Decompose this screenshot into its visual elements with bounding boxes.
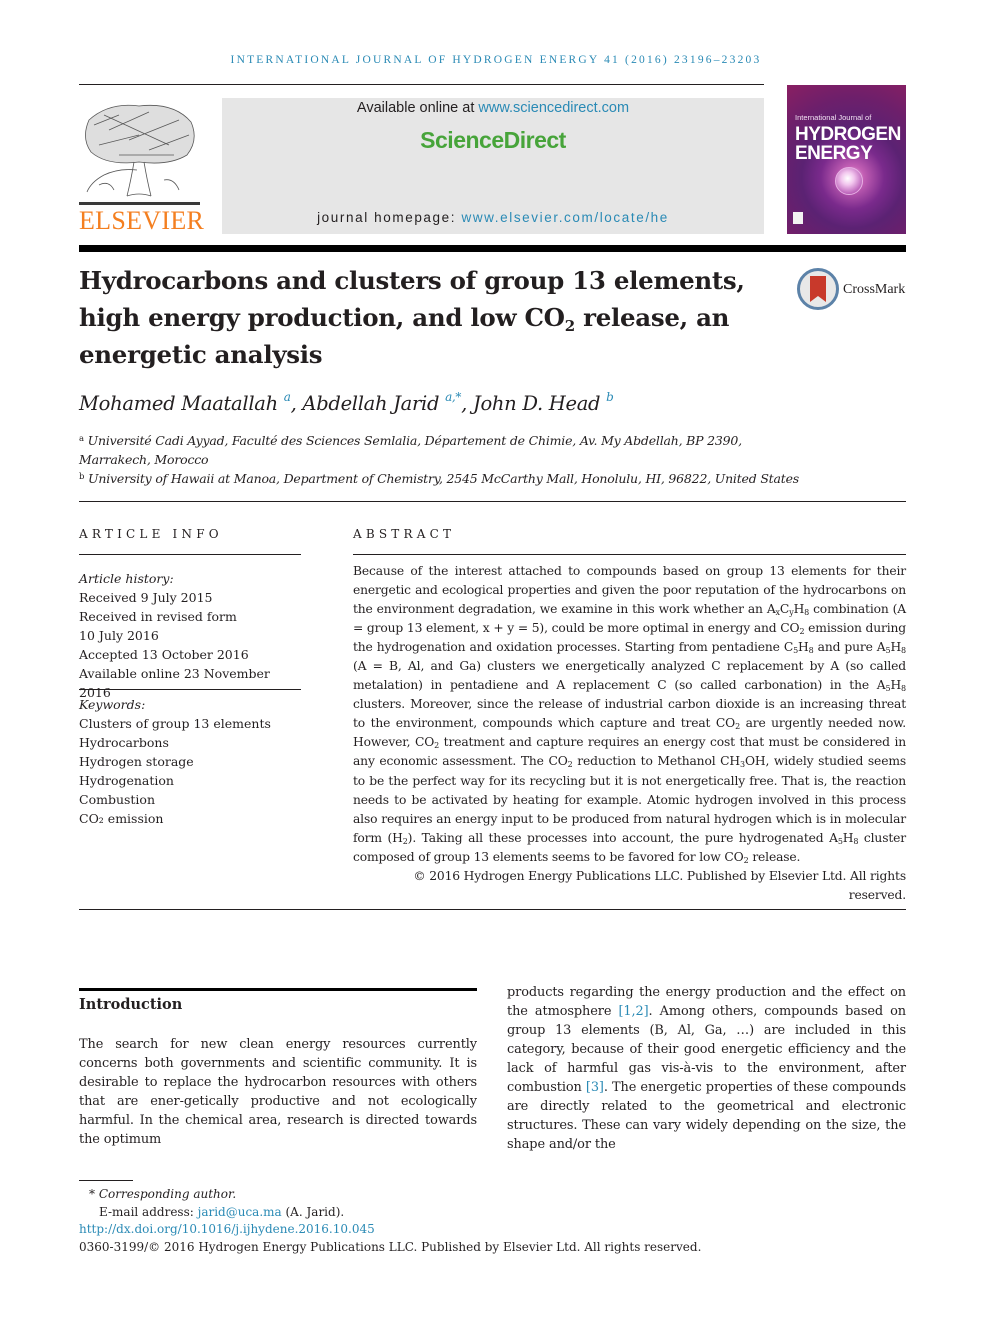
article-info-heading: ARTICLE INFO	[79, 527, 223, 541]
top-rule	[79, 84, 764, 85]
subscript: 2	[567, 760, 573, 770]
subscript: 8	[804, 608, 810, 618]
email-label: E-mail address:	[99, 1204, 198, 1219]
keyword-item: Hydrocarbons	[79, 735, 169, 750]
abstract-copyright: © 2016 Hydrogen Energy Publications LLC.…	[413, 868, 906, 902]
affiliation-text: Université Cadi Ayyad, Faculté des Scien…	[87, 433, 742, 448]
abstract-body: Because of the interest attached to comp…	[353, 562, 906, 905]
available-online-label: Available online at	[356, 100, 479, 116]
introduction-heading: Introduction	[79, 996, 183, 1013]
email-link[interactable]: jarid@uca.ma	[198, 1205, 282, 1219]
affiliation-mark: b	[79, 472, 85, 482]
subscript: 2	[799, 627, 805, 637]
journal-cover-image: International Journal of HYDROGEN ENERGY	[787, 85, 906, 234]
article-info-rule	[79, 554, 301, 555]
crossmark-label[interactable]: CrossMark	[843, 282, 905, 298]
history-item: Accepted 13 October 2016	[79, 647, 249, 662]
author-affiliation-mark[interactable]: a,*	[445, 390, 461, 404]
subscript: 5	[837, 836, 843, 846]
affiliation-b: b University of Hawaii at Manoa, Departm…	[79, 469, 799, 488]
keyword-item: CO₂ emission	[79, 811, 164, 826]
subscript: 8	[901, 646, 906, 656]
subscript: 2	[402, 836, 408, 846]
keywords-rule	[79, 689, 301, 690]
article-history-label: Article history:	[79, 571, 174, 586]
journal-homepage-link[interactable]: www.elsevier.com/locate/he	[461, 210, 668, 225]
issn-copyright-line: 0360-3199/© 2016 Hydrogen Energy Publica…	[79, 1239, 702, 1254]
citation-link[interactable]: [1,2]	[618, 1004, 648, 1019]
running-head: International Journal of Hydrogen Energy…	[230, 54, 762, 66]
header-bottom-rule	[79, 501, 906, 502]
subscript: 2	[735, 722, 741, 732]
subscript: x	[775, 608, 781, 618]
crossmark-icon[interactable]	[797, 268, 839, 310]
author-name[interactable]: Abdellah Jarid	[302, 392, 439, 415]
cover-elsevier-mark	[793, 212, 803, 224]
elsevier-wordmark: ELSEVIER	[79, 206, 205, 235]
author-list: Mohamed Maatallah a, Abdellah Jarid a,*,…	[79, 390, 614, 415]
keyword-item: Combustion	[79, 792, 156, 807]
corresponding-author-note: * Corresponding author.	[89, 1187, 237, 1201]
journal-homepage-line: journal homepage: www.elsevier.com/locat…	[222, 210, 764, 225]
affiliation-text: Marrakech, Morocco	[79, 452, 209, 467]
introduction-column-2: products regarding the energy production…	[507, 983, 906, 1154]
introduction-paragraph: The search for new clean energy resource…	[79, 1037, 477, 1148]
subscript: 3	[740, 760, 745, 770]
cover-subtitle: International Journal of	[795, 113, 872, 122]
introduction-paragraph: products regarding the energy production…	[507, 983, 906, 1154]
subscript: 5	[885, 684, 891, 694]
subscript: 5	[885, 646, 891, 656]
doi-link[interactable]: http://dx.doi.org/10.1016/j.ijhydene.201…	[79, 1222, 375, 1236]
abstract-paragraph: Because of the interest attached to comp…	[353, 564, 907, 865]
keyword-item: Hydrogenation	[79, 773, 174, 788]
article-title: Hydrocarbons and clusters of group 13 el…	[79, 262, 769, 373]
subscript: 2	[434, 741, 440, 751]
footnote-rule	[79, 1180, 133, 1181]
affiliation-mark: a	[79, 434, 84, 444]
history-item: Received in revised form	[79, 609, 237, 624]
keyword-item: Hydrogen storage	[79, 754, 194, 769]
history-item: 10 July 2016	[79, 628, 159, 643]
subscript: 8	[853, 836, 859, 846]
subscript: 5	[793, 646, 799, 656]
cover-orb	[835, 167, 863, 195]
keyword-item: Clusters of group 13 elements	[79, 716, 271, 731]
abstract-text: Because of the interest attached to comp…	[353, 562, 906, 867]
affiliation-text: University of Hawaii at Manoa, Departmen…	[88, 471, 799, 486]
abstract-rule	[353, 554, 906, 555]
email-suffix: (A. Jarid).	[281, 1204, 345, 1219]
footnotes: * Corresponding author. E-mail address: …	[79, 1186, 701, 1256]
email-line: E-mail address: jarid@uca.ma (A. Jarid).	[79, 1204, 701, 1222]
cover-title-energy: ENERGY	[795, 143, 873, 164]
introduction-rule	[79, 988, 477, 991]
author-name[interactable]: Mohamed Maatallah	[79, 392, 278, 415]
introduction-column-1: The search for new clean energy resource…	[79, 1035, 477, 1149]
journal-homepage-label: journal homepage:	[317, 210, 462, 225]
article-history: Article history: Received 9 July 2015 Re…	[79, 569, 301, 702]
abstract-heading: ABSTRACT	[353, 527, 456, 541]
keywords: Keywords: Clusters of group 13 elements …	[79, 695, 301, 828]
sciencedirect-link[interactable]: www.sciencedirect.com	[478, 100, 629, 116]
author-name[interactable]: John D. Head	[473, 392, 601, 415]
history-item: Received 9 July 2015	[79, 590, 213, 605]
subscript: 8	[808, 646, 814, 656]
affiliation-a: a Université Cadi Ayyad, Faculté des Sci…	[79, 431, 742, 469]
subscript: 8	[901, 684, 906, 694]
subscript: 2	[743, 855, 749, 865]
author-affiliation-mark[interactable]: a	[284, 390, 291, 404]
abstract-bottom-rule	[79, 909, 906, 910]
title-subscript: 2	[564, 317, 575, 335]
cover-title-hydrogen: HYDROGEN	[795, 124, 901, 145]
keywords-label: Keywords:	[79, 697, 146, 712]
subscript: y	[789, 608, 794, 618]
masthead-thick-rule	[79, 245, 906, 252]
available-online-line: Available online at www.sciencedirect.co…	[222, 100, 764, 116]
sciencedirect-logo: ScienceDirect	[420, 127, 566, 153]
citation-link[interactable]: [3]	[586, 1080, 604, 1095]
author-affiliation-mark[interactable]: b	[606, 390, 614, 404]
